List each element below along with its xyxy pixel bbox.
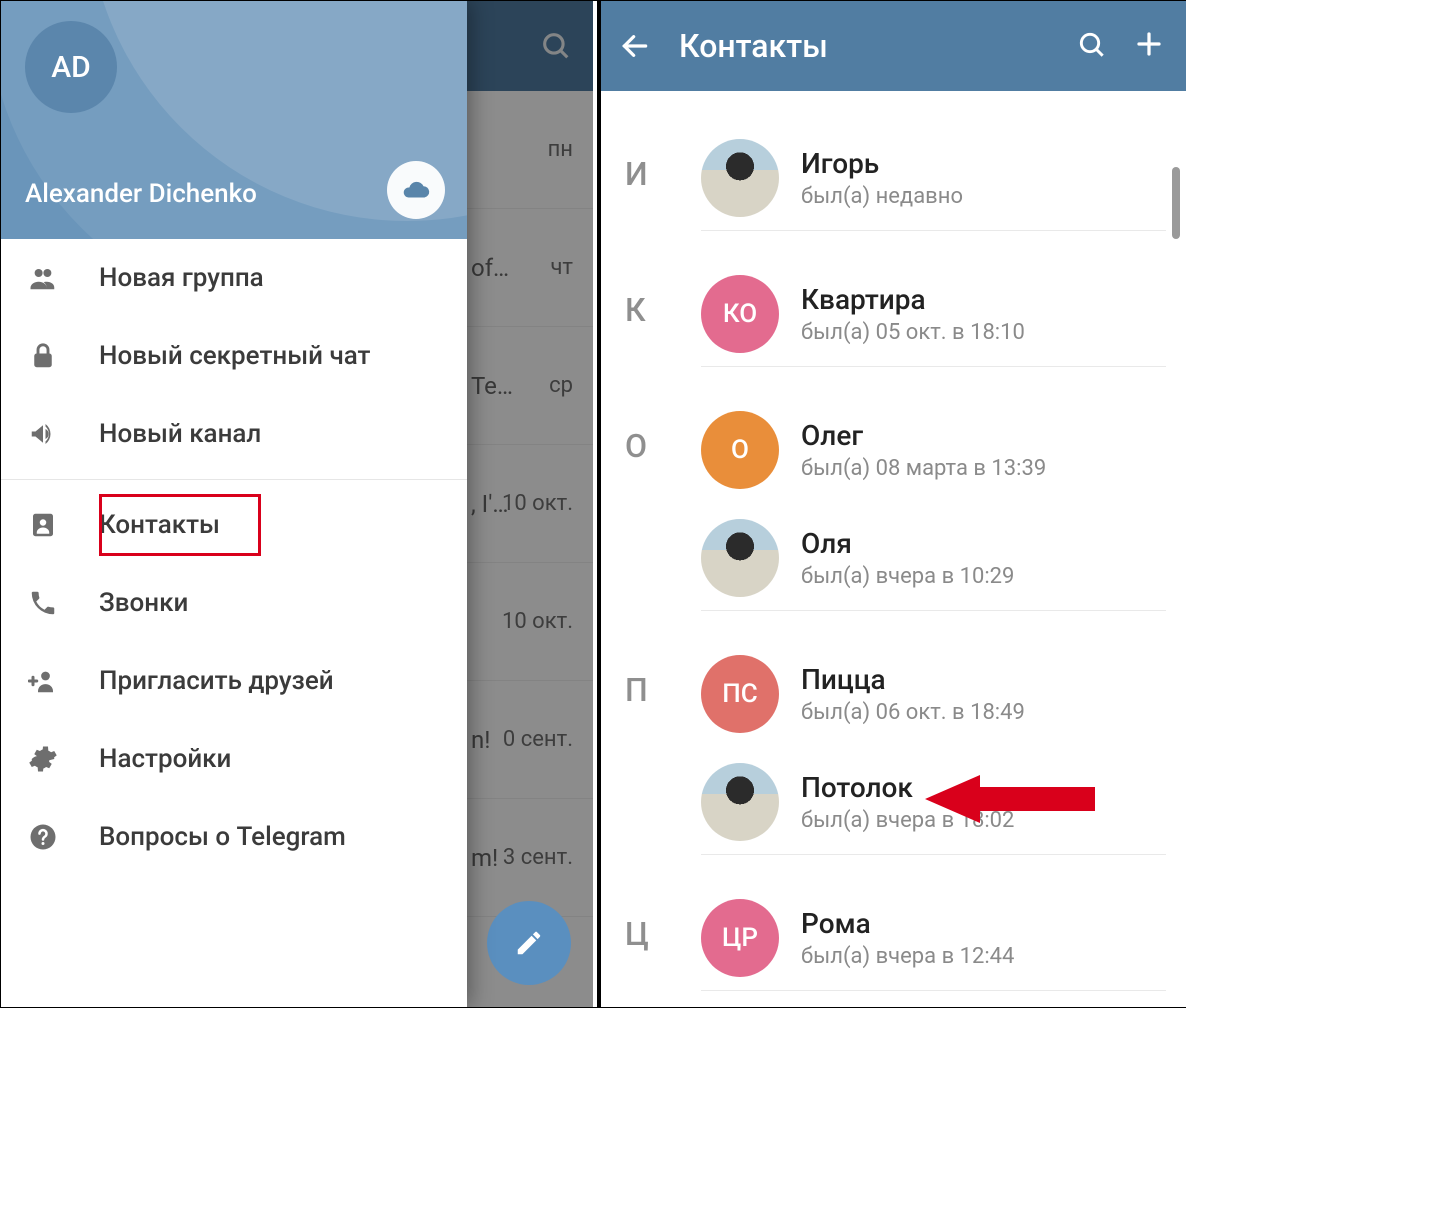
menu-item-lock[interactable]: Новый секретный чат <box>1 317 467 395</box>
menu-divider <box>1 479 467 480</box>
search-icon[interactable] <box>1076 29 1110 63</box>
contact-status: был(а) вчера в 12:44 <box>801 944 1014 969</box>
menu-item-label: Пригласить друзей <box>99 666 447 696</box>
menu-item-label: Контакты <box>99 510 447 540</box>
contact-name: Потолок <box>801 771 1014 804</box>
back-icon[interactable] <box>619 30 651 62</box>
add-icon[interactable] <box>1134 29 1168 63</box>
contact-avatar: КО <box>701 275 779 353</box>
cloud-button[interactable] <box>387 161 445 219</box>
contact-status: был(а) 06 окт. в 18:49 <box>801 700 1025 725</box>
nav-drawer: AD Alexander Dichenko Новая группа Новый… <box>1 1 467 1007</box>
contacts-icon <box>23 505 63 545</box>
contact-avatar: О <box>701 411 779 489</box>
contact-name: Квартира <box>801 283 1025 316</box>
menu-item-label: Новый секретный чат <box>99 341 447 371</box>
contact-row[interactable]: Оля был(а) вчера в 10:29 <box>601 505 1186 611</box>
contact-name: Оля <box>801 527 1014 560</box>
avatar-initials: AD <box>51 50 90 85</box>
contact-avatar <box>701 139 779 217</box>
settings-icon <box>23 739 63 779</box>
contact-name: Игорь <box>801 147 963 180</box>
menu-item-help[interactable]: Вопросы о Telegram <box>1 798 467 876</box>
contact-status: был(а) вчера в 10:29 <box>801 564 1014 589</box>
contact-avatar: ЦР <box>701 899 779 977</box>
contact-avatar: ПС <box>701 655 779 733</box>
contact-row[interactable]: О Олег был(а) 08 марта в 13:39 <box>601 397 1186 503</box>
drawer-username: Alexander Dichenko <box>25 179 257 209</box>
drawer-menu: Новая группа Новый секретный чат Новый к… <box>1 239 467 1007</box>
menu-item-label: Звонки <box>99 588 447 618</box>
contact-avatar <box>701 519 779 597</box>
contact-status: был(а) недавно <box>801 184 963 209</box>
contact-name: Олег <box>801 419 1046 452</box>
contact-status: был(а) вчера в 18:02 <box>801 808 1014 833</box>
menu-item-label: Новая группа <box>99 263 447 293</box>
help-icon <box>23 817 63 857</box>
phone-icon <box>23 583 63 623</box>
lock-icon <box>23 336 63 376</box>
avatar[interactable]: AD <box>25 21 117 113</box>
invite-icon <box>23 661 63 701</box>
contact-row[interactable]: Потолок был(а) вчера в 18:02 <box>601 749 1186 855</box>
compose-fab[interactable] <box>487 901 571 985</box>
contacts-list[interactable]: И Игорь был(а) недавно К КО Квартира был… <box>601 91 1186 1007</box>
drawer-header: AD Alexander Dichenko <box>1 1 467 239</box>
menu-item-invite[interactable]: Пригласить друзей <box>1 642 467 720</box>
contacts-topbar: Контакты <box>601 1 1186 91</box>
menu-item-contacts[interactable]: Контакты <box>1 486 467 564</box>
menu-item-phone[interactable]: Звонки <box>1 564 467 642</box>
contact-avatar <box>701 763 779 841</box>
contact-row[interactable]: Игорь был(а) недавно <box>601 125 1186 231</box>
contact-row[interactable]: КО Квартира был(а) 05 окт. в 18:10 <box>601 261 1186 367</box>
contact-status: был(а) 08 марта в 13:39 <box>801 456 1046 481</box>
channel-icon <box>23 414 63 454</box>
contact-status: был(а) 05 окт. в 18:10 <box>801 320 1025 345</box>
page-title: Контакты <box>679 27 1052 65</box>
menu-item-group[interactable]: Новая группа <box>1 239 467 317</box>
menu-item-channel[interactable]: Новый канал <box>1 395 467 473</box>
menu-item-settings[interactable]: Настройки <box>1 720 467 798</box>
contact-name: Пицца <box>801 663 1025 696</box>
group-icon <box>23 258 63 298</box>
contact-name: Рома <box>801 907 1014 940</box>
menu-item-label: Настройки <box>99 744 447 774</box>
contact-row[interactable]: ЦР Рома был(а) вчера в 12:44 <box>601 885 1186 991</box>
contact-row[interactable]: ПС Пицца был(а) 06 окт. в 18:49 <box>601 641 1186 747</box>
menu-item-label: Новый канал <box>99 419 447 449</box>
menu-item-label: Вопросы о Telegram <box>99 822 447 852</box>
